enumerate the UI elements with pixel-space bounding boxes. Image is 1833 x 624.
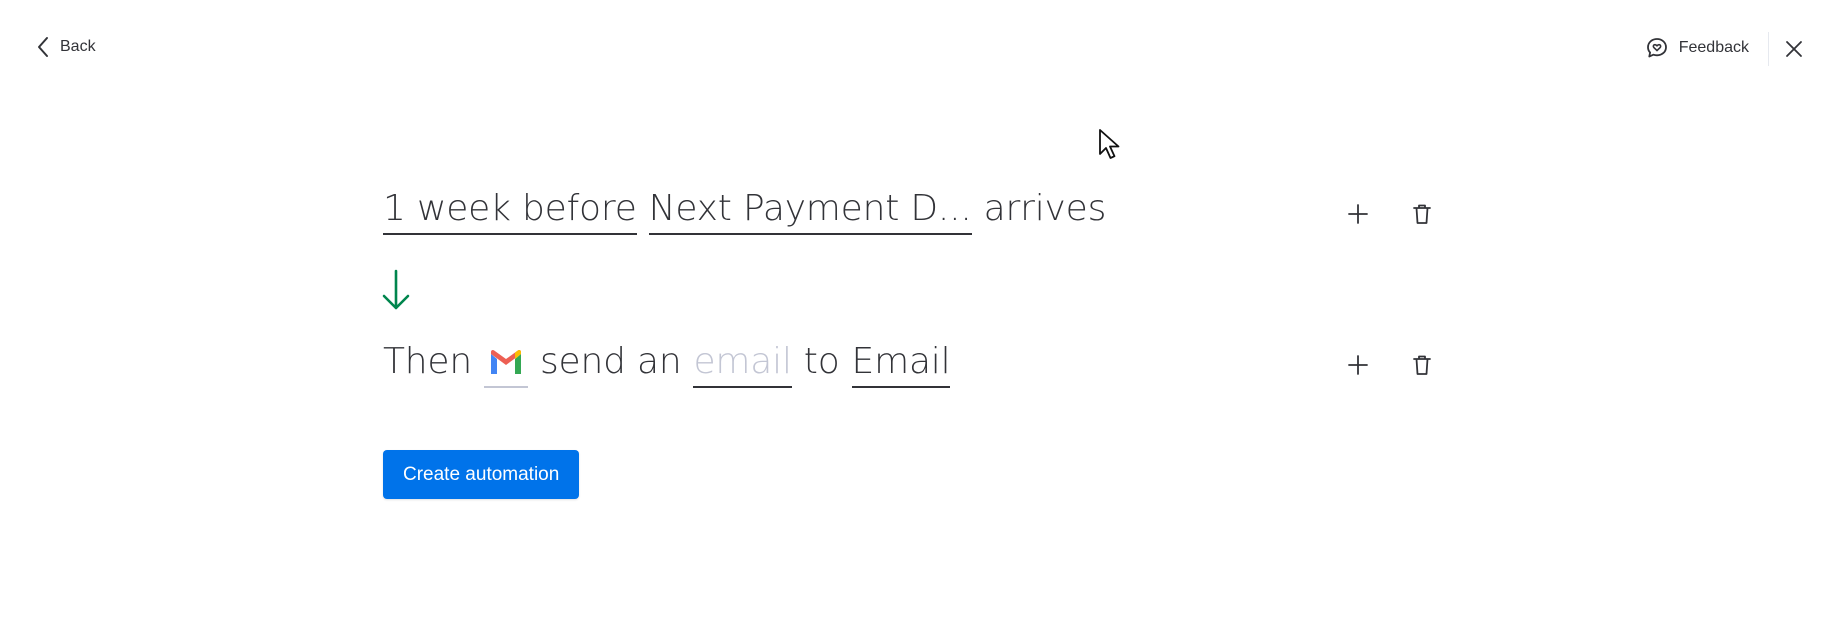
date-column-field[interactable]: Next Payment D... [648,188,972,235]
plus-icon [1348,355,1368,375]
header-divider [1768,32,1769,66]
close-icon [1786,41,1802,57]
mouse-cursor-icon [1099,129,1120,159]
back-label: Back [60,38,96,55]
close-button[interactable] [1783,38,1805,60]
create-automation-button[interactable]: Create automation [383,450,580,499]
add-condition-button[interactable] [1346,202,1370,226]
trigger-suffix-text: arrives [983,188,1107,229]
action-prefix-text: Then [383,341,472,382]
add-action-button[interactable] [1346,353,1370,377]
back-button[interactable]: Back [36,36,96,58]
action-object-field[interactable]: email [693,341,792,388]
feedback-label: Feedback [1678,39,1749,56]
trash-icon [1413,204,1431,224]
action-row-actions [1346,353,1434,377]
action-connector-text: to [803,341,840,382]
plus-icon [1348,204,1368,224]
recipient-field[interactable]: Email [851,341,951,388]
feedback-button[interactable]: Feedback [1645,36,1749,60]
gmail-icon [490,350,521,374]
trigger-sentence: 1 week before Next Payment D... arrives [383,188,1106,235]
chevron-left-icon [38,37,48,57]
action-verb-text: send an [539,341,682,382]
trigger-row-actions [1346,202,1434,226]
timing-field[interactable]: 1 week before [383,188,637,235]
delete-action-button[interactable] [1410,353,1434,377]
delete-trigger-button[interactable] [1410,202,1434,226]
arrow-down-icon [382,269,410,310]
integration-picker[interactable] [483,340,528,388]
trash-icon [1413,355,1431,375]
action-sentence: Then send an email to Email [383,340,951,388]
feedback-heart-bubble-icon [1646,38,1667,58]
